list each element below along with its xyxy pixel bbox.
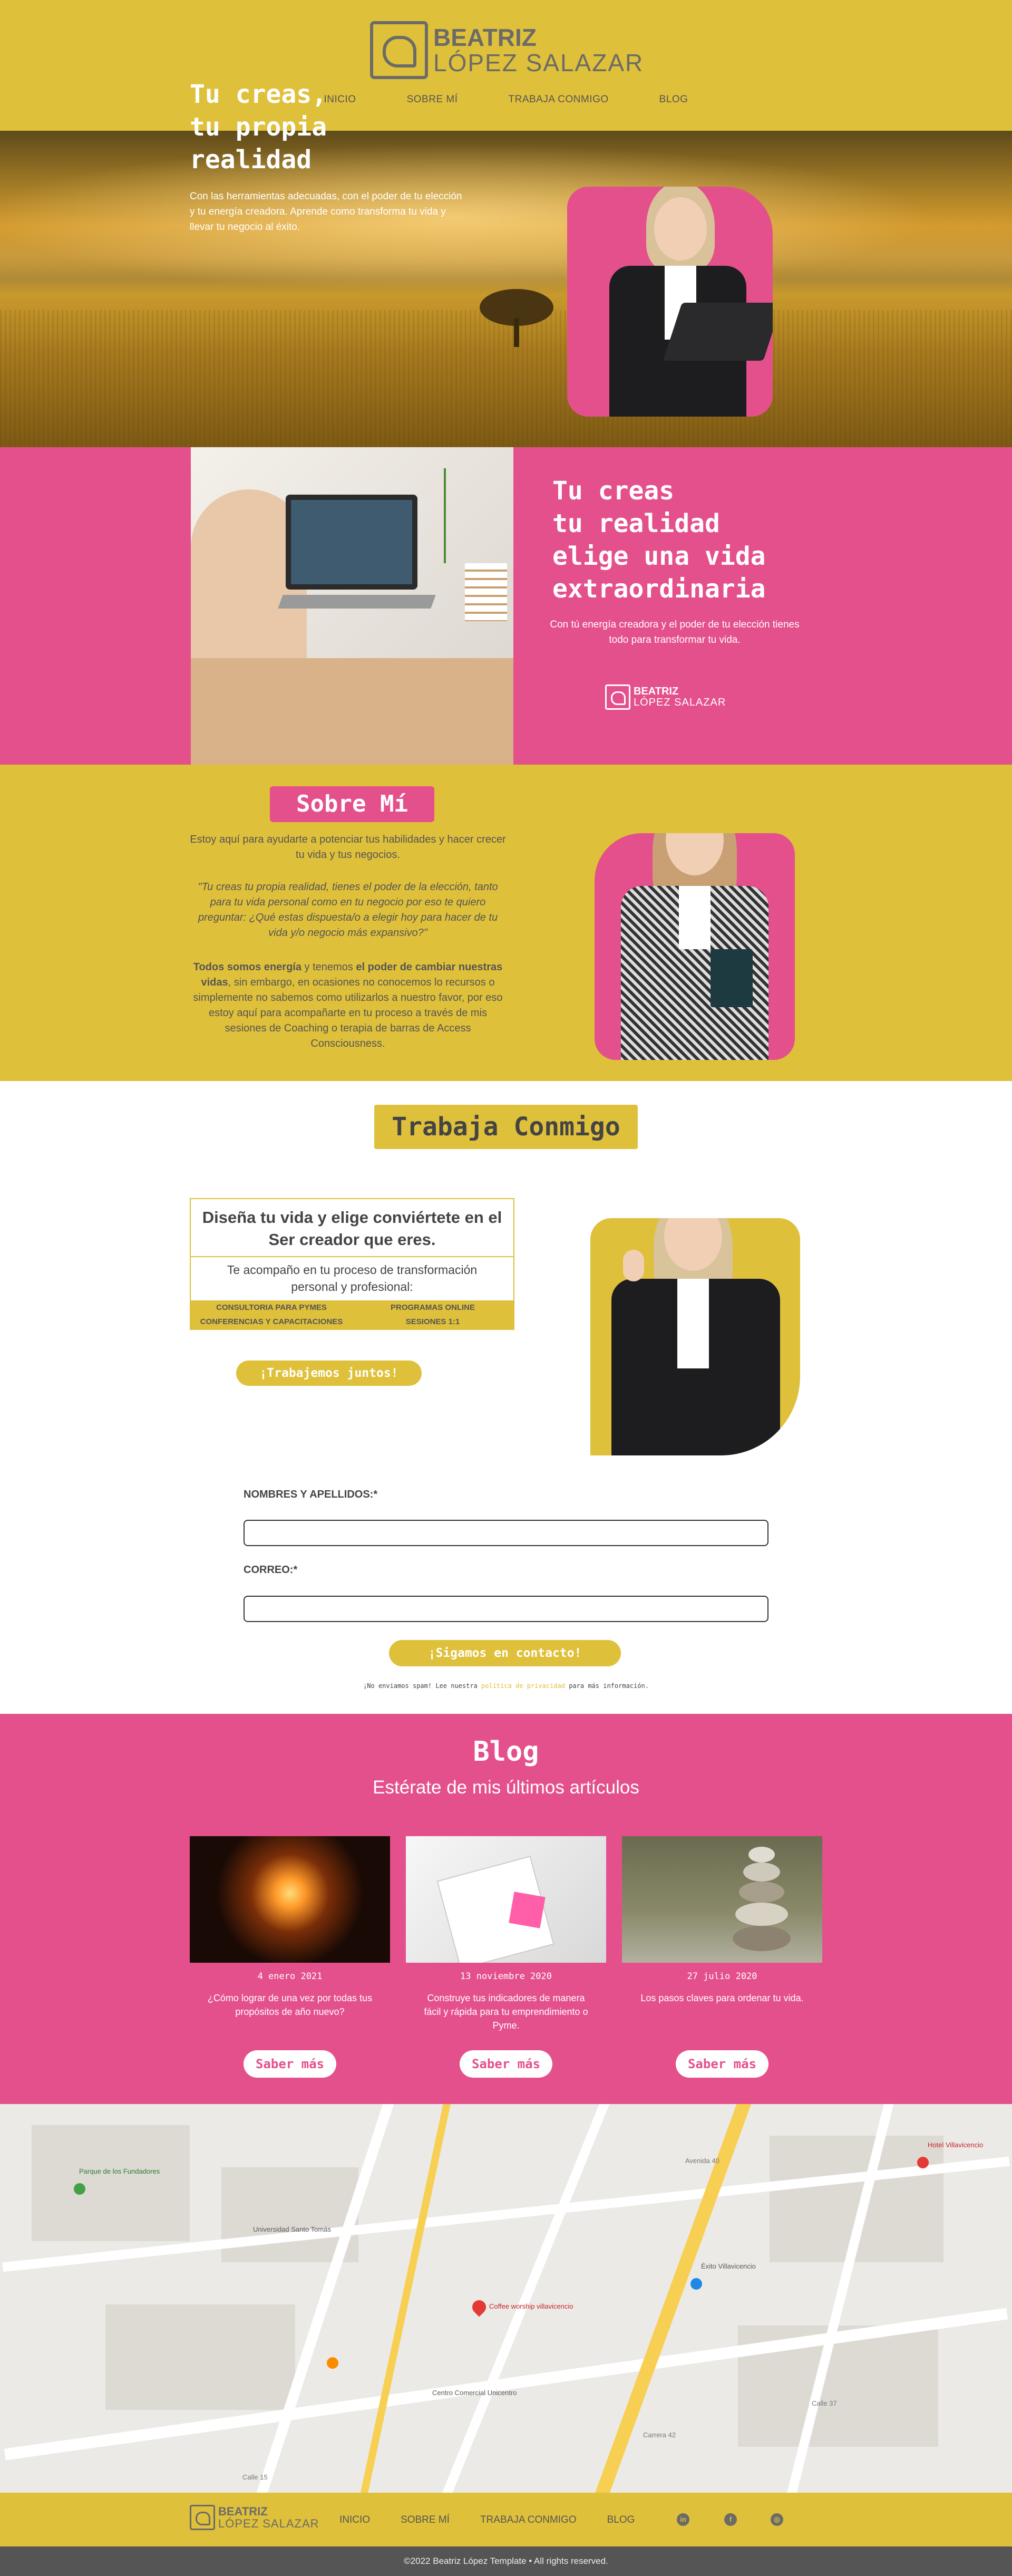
heart-logo-icon — [190, 2505, 215, 2530]
service-item: CONFERENCIAS Y CAPACITACIONES — [200, 1317, 343, 1326]
post-date: 4 enero 2021 — [257, 1971, 323, 1982]
blog-post: 4 enero 2021 ¿Cómo lograr de una vez por… — [190, 1836, 390, 2019]
nav-sobre-mi[interactable]: SOBRE MÍ — [382, 94, 483, 105]
map-label: Centro Comercial Unicentro — [432, 2389, 517, 2397]
site-logo[interactable]: BEATRIZ LÓPEZ SALAZAR — [370, 21, 644, 79]
post-title[interactable]: ¿Cómo lograr de una vez por todas tus pr… — [190, 1991, 390, 2019]
about-intro: Estoy aquí para ayudarte a potenciar tus… — [190, 834, 506, 861]
fireworks-image[interactable] — [190, 1836, 390, 1963]
blog-post: 13 noviembre 2020 Construye tus indicado… — [406, 1836, 606, 2032]
footer-nav-trabaja-conmigo[interactable]: TRABAJA CONMIGO — [480, 2514, 577, 2526]
laptop-desk-image — [191, 447, 513, 765]
nav-blog[interactable]: BLOG — [634, 94, 714, 105]
facebook-icon[interactable]: f — [724, 2513, 737, 2526]
privacy-policy-link[interactable]: política de privacidad — [481, 1682, 565, 1690]
map-label: Avenida 40 — [685, 2157, 719, 2165]
map-pin-icon[interactable] — [469, 2297, 489, 2317]
hero-portrait — [567, 187, 773, 417]
privacy-note: ¡No enviamos spam! Lee nuestra política … — [363, 1682, 649, 1690]
blog-subtitle: Estérate de mis últimos artículos — [373, 1777, 639, 1798]
map-label: Calle 37 — [812, 2399, 837, 2407]
read-more-button[interactable]: Saber más — [676, 2050, 768, 2078]
heart-logo-icon — [370, 21, 428, 79]
logo-line-1: BEATRIZ — [433, 23, 537, 51]
location-map[interactable]: Coffee worship villavicencio Centro Come… — [0, 2104, 1012, 2493]
services-box: Diseña tu vida y elige conviértete en el… — [190, 1198, 514, 1330]
logo-line-2: LÓPEZ SALAZAR — [433, 49, 644, 76]
contact-submit-button[interactable]: ¡Sigamos en contacto! — [389, 1640, 621, 1666]
copyright: ©2022 Beatriz López Template • All right… — [0, 2546, 1012, 2576]
services-title: Diseña tu vida y elige conviértete en el… — [191, 1199, 513, 1257]
work-portrait — [590, 1218, 800, 1455]
banner-logo: BEATRIZ LÓPEZ SALAZAR — [605, 684, 726, 710]
linkedin-icon[interactable]: in — [677, 2513, 689, 2526]
hero-subtitle: Con las herramientas adecuadas, con el p… — [190, 191, 462, 233]
about-portrait — [595, 833, 795, 1060]
map-label: Carrera 42 — [643, 2431, 676, 2439]
map-pin-icon[interactable] — [74, 2183, 85, 2195]
services-subtitle: Te acompaño en tu proceso de transformac… — [227, 1263, 478, 1294]
map-label: Calle 15 — [242, 2473, 268, 2481]
about-section — [0, 765, 1012, 1081]
banner-logo-line-2: LÓPEZ SALAZAR — [634, 697, 726, 708]
work-heading: Trabaja Conmigo — [374, 1105, 638, 1149]
post-date: 27 julio 2020 — [687, 1971, 757, 1982]
post-date: 13 noviembre 2020 — [460, 1971, 552, 1982]
map-label: Parque de los Fundadores — [79, 2167, 160, 2175]
about-body: Todos somos energía y tenemos el poder d… — [193, 961, 503, 1049]
name-field[interactable] — [244, 1520, 768, 1546]
read-more-button[interactable]: Saber más — [244, 2050, 336, 2078]
map-pin-icon[interactable] — [690, 2278, 702, 2290]
email-label: CORREO:* — [244, 1564, 298, 1576]
email-field[interactable] — [244, 1596, 768, 1622]
notebook-image[interactable] — [406, 1836, 606, 1963]
footer-nav: INICIO SOBRE MÍ TRABAJA CONMIGO BLOG — [339, 2514, 635, 2526]
blog-heading: Blog — [473, 1736, 539, 1768]
stacked-stones-image[interactable] — [622, 1836, 822, 1963]
tree-image — [474, 289, 559, 347]
main-nav: INICIO SOBRE MÍ TRABAJA CONMIGO BLOG — [0, 94, 1012, 105]
post-title[interactable]: Los pasos claves para ordenar tu vida. — [622, 1991, 822, 2005]
map-label: Hotel Villavicencio — [928, 2141, 984, 2149]
footer-nav-inicio[interactable]: INICIO — [339, 2514, 370, 2526]
about-heading: Sobre Mí — [270, 786, 434, 822]
banner-logo-line-1: BEATRIZ — [634, 686, 679, 697]
footer-logo[interactable]: BEATRIZ LÓPEZ SALAZAR — [190, 2505, 319, 2530]
banner-subtitle: Con tú energía creadora y el poder de tu… — [550, 619, 800, 645]
hero-title: Tu creas, tu propia realidad — [190, 80, 327, 175]
blog-post: 27 julio 2020 Los pasos claves para orde… — [622, 1836, 822, 2005]
banner-title: Tu creas tu realidad elige una vida extr… — [552, 476, 766, 604]
read-more-button[interactable]: Saber más — [460, 2050, 552, 2078]
footer-logo-line-2: LÓPEZ SALAZAR — [218, 2517, 319, 2530]
work-together-button[interactable]: ¡Trabajemos juntos! — [236, 1361, 422, 1386]
footer-logo-line-1: BEATRIZ — [218, 2504, 268, 2518]
post-title[interactable]: Construye tus indicadores de manera fáci… — [406, 1991, 606, 2032]
footer-nav-blog[interactable]: BLOG — [607, 2514, 635, 2526]
map-label: Éxito Villavicencio — [701, 2262, 756, 2270]
instagram-icon[interactable]: ◎ — [771, 2513, 783, 2526]
about-body-bold-1: Todos somos energía — [193, 961, 301, 973]
map-label: Universidad Santo Tomás — [253, 2225, 331, 2233]
map-pin-icon[interactable] — [327, 2357, 338, 2369]
map-label: Coffee worship villavicencio — [489, 2302, 573, 2310]
nav-trabaja-conmigo[interactable]: TRABAJA CONMIGO — [483, 94, 634, 105]
about-quote: "Tu creas tu propia realidad, tienes el … — [198, 881, 498, 939]
footer-nav-sobre-mi[interactable]: SOBRE MÍ — [401, 2514, 450, 2526]
services-list: CONSULTORIA PARA PYMES PROGRAMAS ONLINE … — [191, 1300, 513, 1329]
service-item: SESIONES 1:1 — [405, 1317, 460, 1326]
name-label: NOMBRES Y APELLIDOS:* — [244, 1489, 378, 1500]
service-item: CONSULTORIA PARA PYMES — [216, 1303, 327, 1312]
hero-section — [0, 131, 1012, 447]
heart-logo-icon — [605, 684, 630, 710]
service-item: PROGRAMAS ONLINE — [390, 1303, 475, 1312]
map-pin-icon[interactable] — [917, 2157, 929, 2168]
